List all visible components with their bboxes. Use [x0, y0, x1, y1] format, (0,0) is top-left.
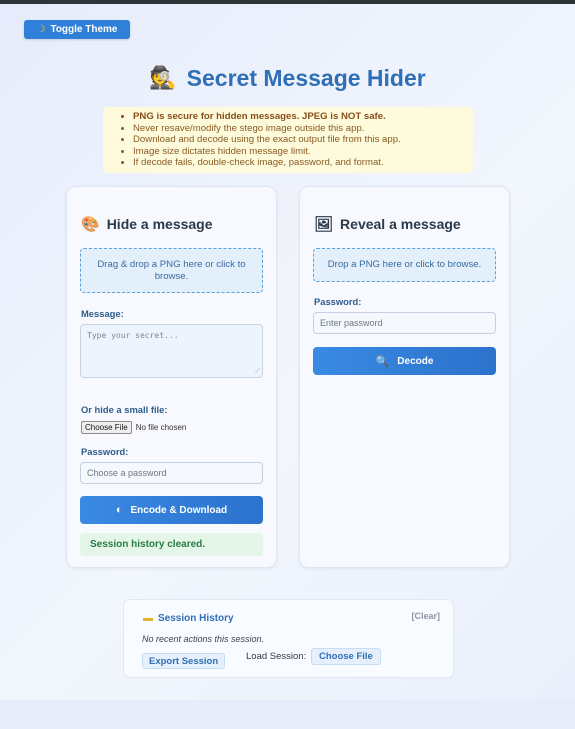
encode-button-label: Encode & Download — [130, 504, 228, 516]
decode-button-label: Decode — [397, 355, 434, 367]
folder-icon: ▬ — [143, 613, 153, 624]
picture-icon: 🖼 — [314, 216, 334, 233]
hide-card-title-text: Hide a message — [106, 216, 213, 232]
reveal-password-label: Password: — [314, 296, 362, 307]
notice-item: Image size dictates hidden message limit… — [133, 146, 473, 158]
message-placeholder: Type your secret... — [87, 331, 179, 340]
notice-item: PNG is secure for hidden messages. JPEG … — [133, 111, 473, 123]
hide-password-label: Password: — [81, 446, 129, 457]
reveal-message-card: 🖼 Reveal a message Drop a PNG here or cl… — [299, 186, 510, 568]
footer-band — [0, 700, 575, 729]
encode-download-button[interactable]: ◐ Encode & Download — [80, 496, 263, 524]
toggle-theme-button[interactable]: ☽ Toggle Theme — [24, 20, 130, 39]
session-history-title-text: Session History — [158, 613, 234, 624]
hide-card-title: 🎨 Hide a message — [81, 215, 213, 233]
load-session-label: Load Session: — [246, 651, 307, 662]
reveal-password-input[interactable]: Enter password — [313, 312, 496, 334]
half-moon-icon: ◐ — [115, 504, 123, 516]
load-session-choose-file-button[interactable]: Choose File — [311, 648, 381, 665]
reveal-password-placeholder: Enter password — [320, 318, 383, 328]
spy-icon: 🕵 — [149, 65, 177, 90]
resize-grip-icon[interactable]: ⟋ — [255, 367, 260, 376]
reveal-card-title-text: Reveal a message — [340, 216, 461, 232]
export-session-button[interactable]: Export Session — [142, 653, 226, 669]
status-message: Session history cleared. — [80, 533, 263, 556]
safety-notice: PNG is secure for hidden messages. JPEG … — [103, 107, 473, 173]
reveal-card-title: 🖼 Reveal a message — [314, 215, 461, 233]
moon-icon: ☽ — [36, 24, 46, 35]
page-title: Secret Message Hider — [186, 64, 426, 91]
page-background: ☽ Toggle Theme 🕵 Secret Message Hider PN… — [0, 4, 575, 700]
clear-history-link[interactable]: [Clear] — [411, 611, 440, 621]
message-textarea[interactable]: Type your secret... ⟋ — [80, 324, 263, 378]
hide-password-placeholder: Choose a password — [87, 468, 167, 478]
session-history-title: ▬ Session History — [143, 613, 234, 624]
file-label: Or hide a small file: — [81, 404, 168, 415]
session-history-panel: ▬ Session History [Clear] No recent acti… — [123, 599, 454, 678]
magnifier-icon: 🔍 — [375, 355, 390, 368]
reveal-png-dropzone[interactable]: Drop a PNG here or click to browse. — [313, 248, 496, 282]
palette-icon: 🎨 — [81, 216, 100, 233]
message-label: Message: — [81, 308, 124, 319]
history-empty-text: No recent actions this session. — [142, 634, 265, 644]
page-title-row: 🕵 Secret Message Hider — [0, 62, 575, 94]
no-file-chosen-text: No file chosen — [135, 423, 187, 432]
hide-message-card: 🎨 Hide a message Drag & drop a PNG here … — [66, 186, 277, 568]
choose-file-button[interactable]: Choose File — [81, 421, 132, 434]
toggle-theme-label: Toggle Theme — [50, 24, 118, 35]
notice-item: Download and decode using the exact outp… — [133, 134, 473, 146]
hide-password-input[interactable]: Choose a password — [80, 462, 263, 484]
hide-png-dropzone[interactable]: Drag & drop a PNG here or click to brows… — [80, 248, 263, 293]
notice-item: If decode fails, double-check image, pas… — [133, 157, 473, 169]
decode-button[interactable]: 🔍 Decode — [313, 347, 496, 375]
hide-file-picker: Choose File No file chosen — [81, 421, 186, 434]
notice-item: Never resave/modify the stego image outs… — [133, 123, 473, 135]
